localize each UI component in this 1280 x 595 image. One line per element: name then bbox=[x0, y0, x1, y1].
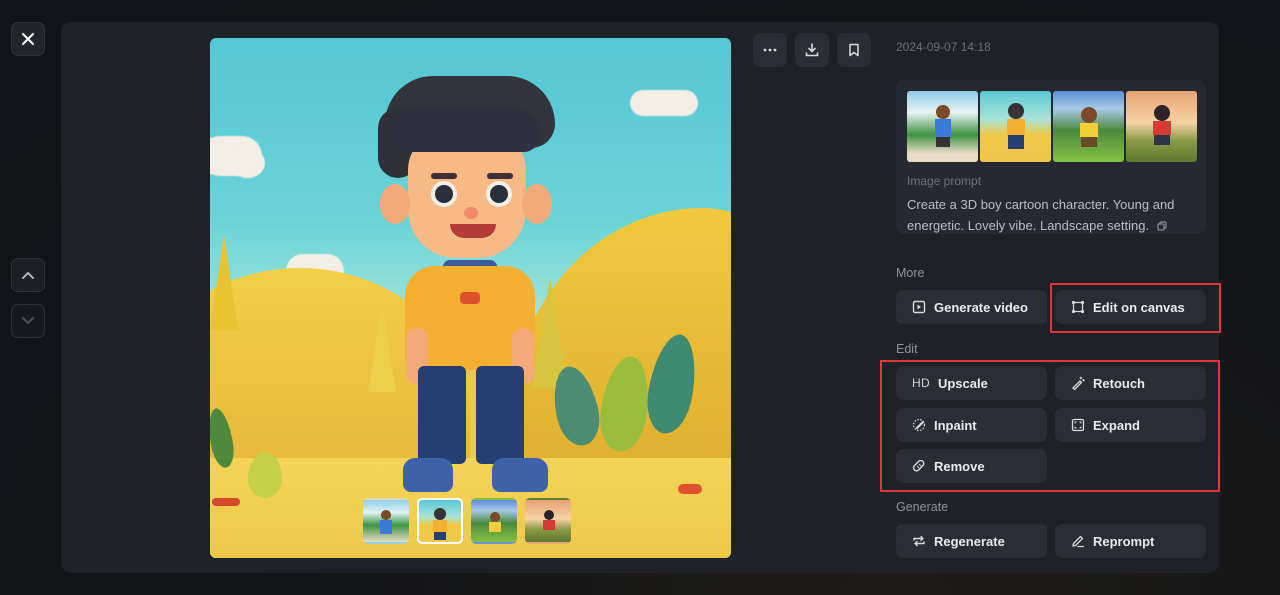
copy-icon[interactable] bbox=[1157, 221, 1167, 231]
generate-video-label: Generate video bbox=[934, 299, 1028, 315]
prompt-text-block: Create a 3D boy cartoon character. Young… bbox=[907, 194, 1199, 236]
prompt-label: Image prompt bbox=[907, 174, 982, 188]
variant-thumbnail-3[interactable] bbox=[471, 498, 517, 544]
prompt-thumbnail-2[interactable] bbox=[980, 91, 1051, 162]
video-add-icon bbox=[912, 300, 926, 314]
bookmark-button[interactable] bbox=[837, 33, 871, 67]
inpaint-label: Inpaint bbox=[934, 417, 977, 433]
reprompt-label: Reprompt bbox=[1093, 533, 1155, 549]
more-options-button[interactable] bbox=[753, 33, 787, 67]
close-button[interactable] bbox=[11, 22, 45, 56]
canvas-icon bbox=[1071, 300, 1085, 314]
variant-thumbnail-1[interactable] bbox=[363, 498, 409, 544]
magic-wand-icon bbox=[1071, 376, 1085, 390]
prompt-thumbnails bbox=[907, 91, 1197, 162]
expand-button[interactable]: Expand bbox=[1055, 408, 1206, 442]
inpaint-button[interactable]: Inpaint bbox=[896, 408, 1047, 442]
eraser-icon bbox=[912, 459, 926, 473]
image-detail-dialog: 2024-09-07 14:18 Image prompt Create a 3… bbox=[61, 22, 1219, 573]
next-image-button[interactable] bbox=[11, 304, 45, 338]
section-label-generate: Generate bbox=[896, 500, 949, 514]
download-icon bbox=[805, 43, 819, 57]
main-image[interactable] bbox=[210, 38, 731, 558]
variant-thumbnail-4[interactable] bbox=[525, 498, 571, 544]
section-label-more: More bbox=[896, 266, 925, 280]
expand-icon bbox=[1071, 418, 1085, 432]
upscale-button[interactable]: HD Upscale bbox=[896, 366, 1047, 400]
upscale-label: Upscale bbox=[937, 375, 988, 391]
prompt-thumbnail-3[interactable] bbox=[1053, 91, 1124, 162]
prompt-thumbnail-1[interactable] bbox=[907, 91, 978, 162]
remove-button[interactable]: Remove bbox=[896, 449, 1047, 483]
chevron-down-icon bbox=[22, 317, 34, 324]
edit-on-canvas-label: Edit on canvas bbox=[1093, 299, 1185, 315]
more-icon bbox=[763, 48, 777, 52]
variant-thumbnail-2[interactable] bbox=[417, 498, 463, 544]
variant-thumbnail-strip bbox=[363, 498, 571, 544]
generate-video-button[interactable]: Generate video bbox=[896, 290, 1047, 324]
prompt-card: Image prompt Create a 3D boy cartoon cha… bbox=[896, 80, 1206, 234]
edit-on-canvas-button[interactable]: Edit on canvas bbox=[1055, 290, 1206, 324]
retouch-label: Retouch bbox=[1093, 375, 1145, 391]
prompt-thumbnail-4[interactable] bbox=[1126, 91, 1197, 162]
section-label-edit: Edit bbox=[896, 342, 918, 356]
close-icon bbox=[22, 33, 34, 45]
prompt-text: Create a 3D boy cartoon character. Young… bbox=[907, 197, 1175, 233]
chevron-up-icon bbox=[22, 272, 34, 279]
regenerate-button[interactable]: Regenerate bbox=[896, 524, 1047, 558]
image-toolbar bbox=[753, 33, 871, 67]
repeat-icon bbox=[912, 534, 926, 548]
reprompt-button[interactable]: Reprompt bbox=[1055, 524, 1206, 558]
timestamp: 2024-09-07 14:18 bbox=[896, 40, 991, 54]
remove-label: Remove bbox=[934, 458, 985, 474]
expand-label: Expand bbox=[1093, 417, 1140, 433]
bookmark-icon bbox=[849, 43, 859, 57]
pencil-icon bbox=[1071, 534, 1085, 548]
download-button[interactable] bbox=[795, 33, 829, 67]
retouch-button[interactable]: Retouch bbox=[1055, 366, 1206, 400]
brush-icon bbox=[912, 418, 926, 432]
regenerate-label: Regenerate bbox=[934, 533, 1005, 549]
previous-image-button[interactable] bbox=[11, 258, 45, 292]
hd-icon: HD bbox=[912, 376, 930, 390]
